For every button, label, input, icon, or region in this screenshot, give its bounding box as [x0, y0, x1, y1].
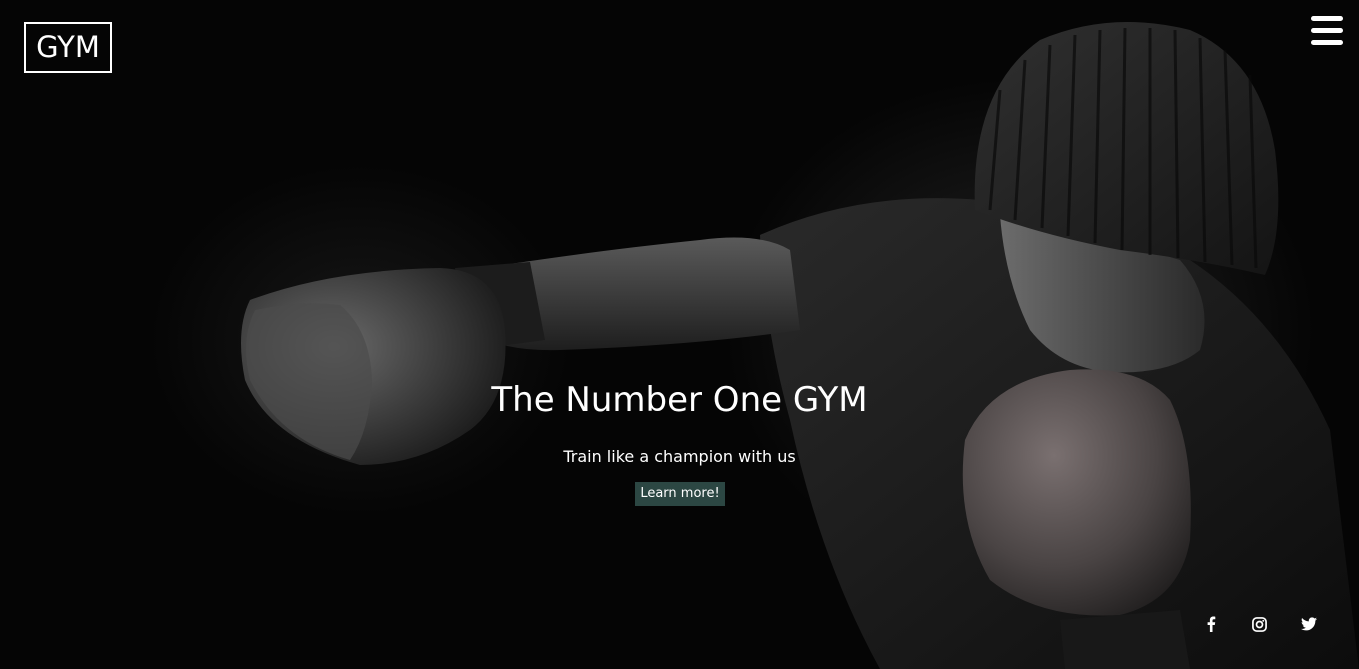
hamburger-menu-icon[interactable] — [1311, 14, 1343, 46]
learn-more-button[interactable]: Learn more! — [635, 482, 725, 506]
hero-background-photo — [241, 22, 1359, 669]
logo-text: GYM — [36, 30, 100, 64]
hero-section: GYM The Number One GYM Train like a cham… — [0, 0, 1359, 669]
site-logo[interactable]: GYM — [24, 22, 112, 73]
menu-bar-top — [1311, 16, 1343, 21]
twitter-icon[interactable] — [1298, 613, 1320, 635]
menu-bar-middle — [1311, 28, 1343, 33]
instagram-icon[interactable] — [1248, 613, 1270, 635]
menu-bar-bottom — [1311, 40, 1343, 45]
facebook-icon[interactable] — [1200, 613, 1222, 635]
hero-subtitle: Train like a champion with us — [563, 447, 796, 466]
hero-title: The Number One GYM — [491, 380, 868, 420]
